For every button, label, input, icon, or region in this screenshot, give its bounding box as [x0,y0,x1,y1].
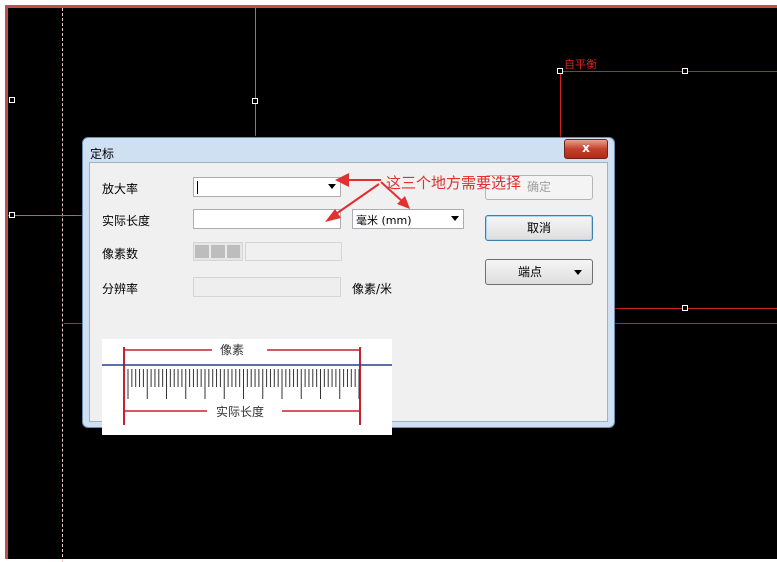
shape-handle[interactable] [557,68,563,74]
dashed-guide-line [62,8,63,562]
annotation-arrows [325,173,410,222]
ruler-diagram: 像素 实际长度 [102,339,392,435]
resolution-label: 分辨率 [102,282,139,296]
ok-label: 确定 [526,180,551,194]
close-icon: x [582,141,590,155]
shape-handle[interactable] [682,68,688,74]
endpoint-label: 端点 [517,265,542,279]
cancel-label: 取消 [526,221,551,235]
pixel-count-fill [195,245,240,258]
dialog-title: 定标 [90,147,115,161]
actual-length-label: 实际长度 [102,214,151,228]
dialog-titlebar[interactable]: 定标 x [83,138,614,164]
line-handle[interactable] [252,98,258,104]
calibration-dialog: 定标 x 放大率 实际长度 毫米 (mm) 像素数 分辨率 像素/米 确定 取消… [82,137,615,435]
pixel-count-label: 像素数 [102,247,139,261]
resolution-field [193,277,341,297]
green-horizontal-line [8,215,84,216]
pixel-count-progress [193,242,243,261]
chevron-down-icon [574,270,582,275]
shape-label: 自平衡 [564,58,597,71]
diagram-length-label: 实际长度 [216,405,265,419]
diagram-pixel-label: 像素 [220,343,245,357]
line-handle[interactable] [9,97,15,103]
resolution-unit: 像素/米 [352,282,393,296]
line-handle[interactable] [9,212,15,218]
close-button[interactable]: x [564,139,608,159]
magnification-label: 放大率 [102,182,139,196]
red-shape-mid [615,308,777,309]
cancel-button[interactable]: 取消 [485,215,593,241]
pixel-count-field [245,242,342,261]
ruler-illustration [102,347,392,425]
shape-handle[interactable] [682,305,688,311]
green-vertical-line [255,8,256,136]
endpoint-button[interactable]: 端点 [485,259,593,285]
text-caret [197,181,198,194]
